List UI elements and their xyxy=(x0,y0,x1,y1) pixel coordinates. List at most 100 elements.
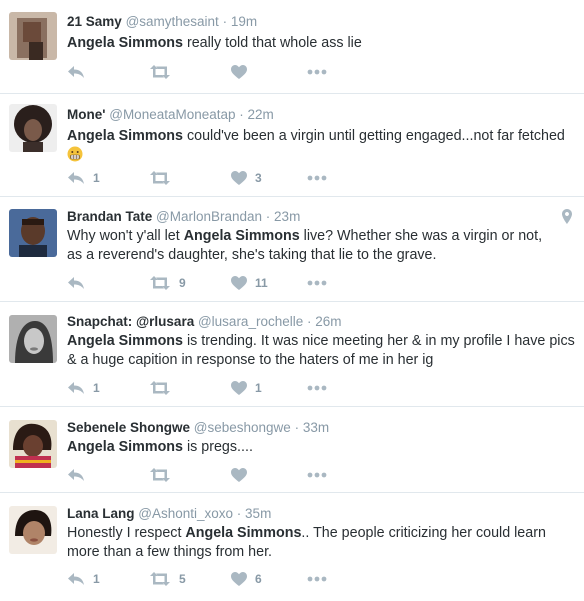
tweet-time[interactable]: 19m xyxy=(231,14,257,29)
tweet-item[interactable]: Mone' @MoneataMoneatap · 22m Angela Simm… xyxy=(0,95,584,197)
tweet-item[interactable]: Snapchat: @rlusara @lusara_rochelle · 26… xyxy=(0,303,584,407)
tweet-text: Why won't y'all let Angela Simmons live?… xyxy=(67,227,577,265)
tweet-timeline: 21 Samy @samythesaint · 19m Angela Simmo… xyxy=(0,0,584,601)
tweet-header: Brandan Tate @MarlonBrandan · 23m xyxy=(67,209,300,224)
retweet-button[interactable]: 9 xyxy=(149,273,186,293)
like-count: 3 xyxy=(255,171,262,185)
tweet-text-highlight: Angela Simmons xyxy=(185,525,302,541)
user-fullname[interactable]: Brandan Tate xyxy=(67,209,152,224)
user-handle[interactable]: @MoneataMoneatap xyxy=(109,107,235,122)
avatar[interactable] xyxy=(9,315,57,363)
user-handle[interactable]: @MarlonBrandan xyxy=(156,209,262,224)
user-handle[interactable]: @Ashonti_xoxo xyxy=(138,506,233,521)
tweet-text-post: .. The people criticizing her could lear… xyxy=(301,525,546,541)
more-button[interactable] xyxy=(307,465,327,485)
tweet-item[interactable]: 21 Samy @samythesaint · 19m Angela Simmo… xyxy=(0,0,584,94)
tweet-time[interactable]: 35m xyxy=(245,506,271,521)
retweet-button[interactable] xyxy=(149,62,171,82)
reply-button[interactable]: 1 xyxy=(67,378,100,398)
reply-icon xyxy=(68,573,84,585)
more-dots-icon xyxy=(307,175,327,181)
reply-icon xyxy=(68,172,84,184)
tweet-item[interactable]: Sebenele Shongwe @sebeshongwe · 33m Ange… xyxy=(0,408,584,493)
tweet-actions xyxy=(67,62,367,82)
tweet-text-pre: Honestly I respect xyxy=(67,525,186,541)
avatar[interactable] xyxy=(9,104,57,152)
avatar[interactable] xyxy=(9,209,57,257)
like-button[interactable]: 11 xyxy=(231,273,268,293)
like-button[interactable]: 3 xyxy=(231,168,262,188)
reply-button[interactable]: 1 xyxy=(67,569,100,589)
heart-icon xyxy=(231,572,247,586)
reply-icon xyxy=(68,382,84,394)
retweet-button[interactable] xyxy=(149,465,171,485)
like-button[interactable]: 6 xyxy=(231,569,262,589)
time-separator: · xyxy=(233,506,246,521)
user-fullname[interactable]: Lana Lang xyxy=(67,506,135,521)
retweet-icon xyxy=(150,381,170,395)
more-button[interactable] xyxy=(307,62,327,82)
more-dots-icon xyxy=(307,472,327,478)
time-separator: · xyxy=(290,420,303,435)
reply-count: 1 xyxy=(93,171,100,185)
tweet-time[interactable]: 33m xyxy=(303,420,329,435)
tweet-text: Angela Simmons is trending. It was nice … xyxy=(67,332,577,370)
reply-button[interactable] xyxy=(67,62,85,82)
avatar[interactable] xyxy=(9,420,57,468)
retweet-button[interactable] xyxy=(149,168,171,188)
tweet-time[interactable]: 26m xyxy=(315,314,341,329)
tweet-header: Mone' @MoneataMoneatap · 22m xyxy=(67,107,274,122)
tweet-text-line2: as a reverend's daughter, she's taking t… xyxy=(67,247,437,263)
more-button[interactable] xyxy=(307,168,327,188)
user-handle[interactable]: @samythesaint xyxy=(126,14,219,29)
tweet-text: Angela Simmons could've been a virgin un… xyxy=(67,127,577,165)
like-count: 1 xyxy=(255,381,262,395)
reply-button[interactable]: 1 xyxy=(67,168,100,188)
more-dots-icon xyxy=(307,385,327,391)
user-fullname[interactable]: Mone' xyxy=(67,107,105,122)
more-button[interactable] xyxy=(307,273,327,293)
heart-icon xyxy=(231,276,247,290)
tweet-text-highlight: Angela Simmons xyxy=(67,128,183,144)
avatar[interactable] xyxy=(9,506,57,554)
tweet-text-highlight: Angela Simmons xyxy=(67,439,183,455)
like-button[interactable]: 1 xyxy=(231,378,262,398)
retweet-button[interactable] xyxy=(149,378,171,398)
user-fullname[interactable]: 21 Samy xyxy=(67,14,122,29)
reply-icon xyxy=(68,66,84,78)
heart-icon xyxy=(231,65,247,79)
tweet-time[interactable]: 23m xyxy=(274,209,300,224)
reply-icon xyxy=(68,277,84,289)
retweet-button[interactable]: 5 xyxy=(149,569,186,589)
user-fullname[interactable]: Sebenele Shongwe xyxy=(67,420,190,435)
user-handle[interactable]: @sebeshongwe xyxy=(194,420,291,435)
reply-button[interactable] xyxy=(67,273,85,293)
tweet-text-highlight: Angela Simmons xyxy=(67,333,183,349)
reply-button[interactable] xyxy=(67,465,85,485)
retweet-icon xyxy=(150,65,170,79)
more-dots-icon xyxy=(307,69,327,75)
user-fullname[interactable]: Snapchat: @rlusara xyxy=(67,314,194,329)
time-separator: · xyxy=(235,107,248,122)
tweet-text-post: could've been a virgin until getting eng… xyxy=(183,128,565,144)
like-button[interactable] xyxy=(231,465,247,485)
tweet-text-line2: more than a few things from her. xyxy=(67,544,273,560)
more-button[interactable] xyxy=(307,378,327,398)
tweet-time[interactable]: 22m xyxy=(248,107,274,122)
heart-icon xyxy=(231,381,247,395)
user-handle[interactable]: @lusara_rochelle xyxy=(198,314,303,329)
time-separator: · xyxy=(262,209,275,224)
more-dots-icon xyxy=(307,280,327,286)
avatar[interactable] xyxy=(9,12,57,60)
tweet-item[interactable]: Brandan Tate @MarlonBrandan · 23m Why wo… xyxy=(0,198,584,302)
tweet-text-post: is pregs.... xyxy=(183,439,253,455)
more-button[interactable] xyxy=(307,569,327,589)
tweet-item[interactable]: Lana Lang @Ashonti_xoxo · 35m Honestly I… xyxy=(0,494,584,601)
tweet-text-post: live? Whether she was a virgin or not, xyxy=(299,228,543,244)
time-separator: · xyxy=(218,14,231,29)
reply-count: 1 xyxy=(93,381,100,395)
location-pin-icon[interactable] xyxy=(562,209,572,229)
grimacing-emoji-icon xyxy=(67,146,83,162)
retweet-count: 9 xyxy=(179,276,186,290)
like-button[interactable] xyxy=(231,62,247,82)
